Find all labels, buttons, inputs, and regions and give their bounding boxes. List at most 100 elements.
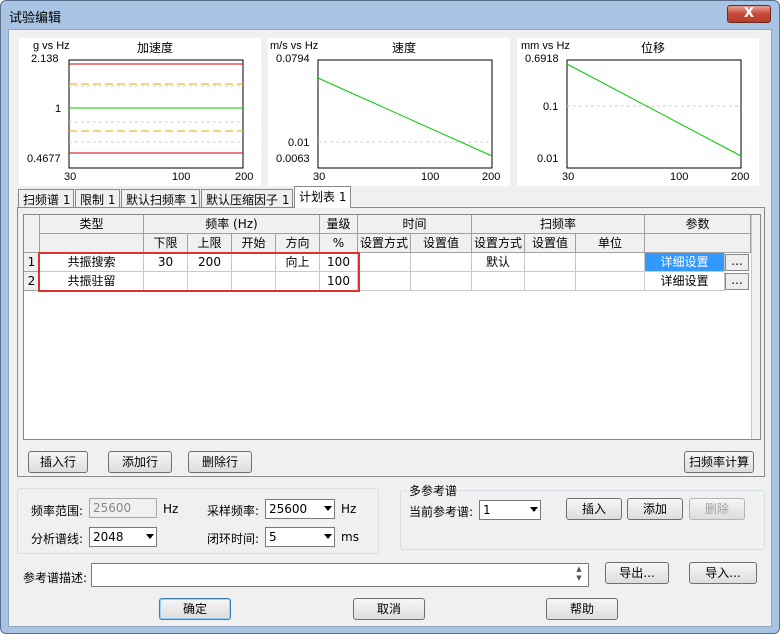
cell-time-value[interactable] [411, 272, 472, 291]
acceleration-x-min-label: 30 [64, 171, 76, 183]
displacement-title: 位移 [641, 40, 665, 55]
schedule-tab-panel: 类型 频率 (Hz) 量级 时间 扫频率 参数 下限 上限 开始 方向 % 设置… [17, 207, 765, 477]
acceleration-chart: g vs Hz 加速度 2.138 1 0.4677 30 100 200 [19, 38, 261, 186]
cell-unit[interactable] [576, 253, 645, 272]
acceleration-chart-svg: g vs Hz 加速度 2.138 1 0.4677 30 100 200 [27, 40, 253, 183]
current-ref-value: 1 [483, 503, 491, 517]
ref-insert-button[interactable]: 插入 [566, 498, 622, 520]
ok-button[interactable]: 确定 [159, 598, 231, 620]
add-row-button[interactable]: 添加行 [108, 451, 172, 473]
cancel-button[interactable]: 取消 [353, 598, 425, 620]
displacement-plot-area [566, 59, 742, 169]
acceleration-y-mid-label: 1 [55, 103, 61, 115]
more-options-button[interactable]: ... [725, 273, 749, 290]
sweep-rate-calc-button[interactable]: 扫频率计算 [684, 451, 754, 473]
dialog-window: 试验编辑 X g vs Hz 加速度 2.138 1 0.4677 30 100… [0, 0, 780, 634]
col-subheader-type [40, 234, 144, 253]
export-button[interactable]: 导出... [605, 562, 669, 584]
col-header-params: 参数 [645, 215, 751, 234]
close-button[interactable]: X [727, 5, 771, 23]
ref-desc-input[interactable] [91, 563, 589, 587]
acceleration-y-min-label: 0.4677 [27, 153, 61, 165]
chevron-down-icon [324, 506, 332, 511]
tab-default-sweep-rate[interactable]: 默认扫频率 1 [121, 189, 200, 207]
sample-rate-label: 采样频率: [207, 504, 260, 518]
freq-range-unit: Hz [163, 502, 179, 516]
analysis-lines-value: 2048 [93, 530, 124, 544]
ref-desc-label: 参考谱描述: [23, 571, 88, 585]
displacement-x-mid-label: 100 [670, 171, 688, 183]
velocity-unit-label: m/s vs Hz [270, 40, 318, 52]
cell-sweep-value[interactable] [525, 253, 576, 272]
more-options-button[interactable]: ... [725, 254, 749, 271]
table-scrollbar[interactable] [751, 215, 760, 439]
analysis-lines-label: 分析谱线: [31, 532, 84, 546]
detail-settings-button[interactable]: 详细设置 [645, 272, 725, 291]
velocity-plot-area [317, 59, 493, 169]
current-ref-select[interactable]: 1 [479, 500, 541, 520]
displacement-chart: mm vs Hz 位移 0.6918 0.1 0.01 30 100 200 [517, 38, 759, 186]
chevron-down-icon [324, 534, 332, 539]
loop-time-unit: ms [341, 530, 359, 544]
freq-range-label: 频率范围: [31, 504, 84, 518]
displacement-y-max-label: 0.6918 [525, 53, 559, 65]
row-header-corner [24, 215, 40, 253]
col-header-time: 时间 [358, 215, 472, 234]
chevron-down-icon [146, 534, 154, 539]
tab-schedule[interactable]: 计划表 1 [294, 186, 351, 208]
sample-rate-unit: Hz [341, 502, 357, 516]
col-header-upper: 上限 [188, 234, 232, 253]
displacement-x-max-label: 200 [731, 171, 749, 183]
cell-time-mode[interactable] [358, 253, 411, 272]
col-header-level: 量级 [320, 215, 358, 234]
displacement-unit-label: mm vs Hz [521, 40, 570, 52]
schedule-table: 类型 频率 (Hz) 量级 时间 扫频率 参数 下限 上限 开始 方向 % 设置… [23, 214, 761, 440]
acceleration-plot-area [68, 59, 244, 169]
tab-sweep-spectrum[interactable]: 扫频谱 1 [18, 189, 74, 207]
dialog-client: g vs Hz 加速度 2.138 1 0.4677 30 100 200 m/… [8, 29, 772, 627]
acceleration-title: 加速度 [137, 40, 173, 55]
current-ref-label: 当前参考谱: [409, 505, 474, 519]
help-button[interactable]: 帮助 [546, 598, 618, 620]
cell-sweep-mode[interactable]: 默认 [472, 253, 525, 272]
col-subheader-params [645, 234, 751, 253]
cell-time-value[interactable] [411, 253, 472, 272]
col-header-lower: 下限 [144, 234, 188, 253]
loop-time-label: 闭环时间: [207, 532, 260, 546]
cell-unit[interactable] [576, 272, 645, 291]
displacement-chart-svg: mm vs Hz 位移 0.6918 0.1 0.01 30 100 200 [521, 40, 749, 183]
velocity-y-max-label: 0.0794 [276, 53, 310, 65]
velocity-y-mid-label: 0.01 [288, 137, 309, 149]
col-header-sweep-value: 设置值 [525, 234, 576, 253]
acceleration-x-mid-label: 100 [172, 171, 190, 183]
cell-sweep-mode[interactable] [472, 272, 525, 291]
acceleration-y-max-label: 2.138 [31, 53, 59, 65]
velocity-x-max-label: 200 [482, 171, 500, 183]
title-bar: 试验编辑 X [1, 1, 779, 29]
displacement-y-mid-label: 0.1 [543, 101, 558, 113]
col-header-sweep-mode: 设置方式 [472, 234, 525, 253]
acceleration-unit-label: g vs Hz [33, 40, 70, 52]
col-header-sweep-rate: 扫频率 [472, 215, 645, 234]
import-button[interactable]: 导入... [689, 562, 757, 584]
col-header-type: 类型 [40, 215, 144, 234]
cell-time-mode[interactable] [358, 272, 411, 291]
detail-settings-button[interactable]: 详细设置 [645, 253, 725, 272]
delete-row-button[interactable]: 删除行 [188, 451, 252, 473]
col-header-time-mode: 设置方式 [358, 234, 411, 253]
displacement-y-min-label: 0.01 [537, 153, 558, 165]
tab-default-compression[interactable]: 默认压缩因子 1 [201, 189, 293, 207]
analysis-lines-select[interactable]: 2048 [89, 527, 157, 547]
sample-rate-value: 25600 [269, 502, 308, 516]
col-header-time-value: 设置值 [411, 234, 472, 253]
cell-sweep-value[interactable] [525, 272, 576, 291]
freq-range-field[interactable]: 25600 [89, 498, 157, 518]
tab-limits[interactable]: 限制 1 [75, 189, 120, 207]
ref-add-button[interactable]: 添加 [627, 498, 683, 520]
loop-time-select[interactable]: 5 [265, 527, 335, 547]
ref-delete-button[interactable]: 删除 [689, 498, 745, 520]
ref-desc-spin[interactable]: ▲ ▼ [572, 565, 586, 585]
col-header-unit: 单位 [576, 234, 645, 253]
sample-rate-select[interactable]: 25600 [265, 499, 335, 519]
insert-row-button[interactable]: 插入行 [28, 451, 88, 473]
